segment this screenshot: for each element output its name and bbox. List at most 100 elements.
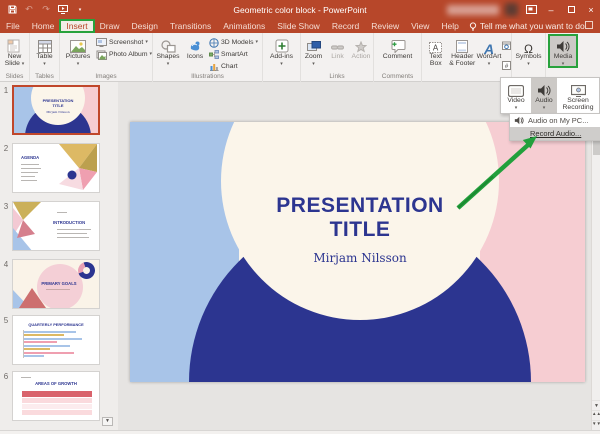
header-footer-icon <box>456 36 469 53</box>
link-label: Link <box>331 53 344 60</box>
table-button[interactable]: Table ▾ <box>31 35 59 67</box>
ribbon-display-options-icon[interactable] <box>585 21 593 29</box>
close-button[interactable]: × <box>584 2 598 17</box>
slide-editing-surface[interactable]: PRESENTATION TITLE Mirjam Nilsson <box>130 122 585 382</box>
ribbon-insert: New Slide ▾ Slides Table ▾ Tables Pictur… <box>0 33 600 111</box>
zoom-icon <box>306 36 321 53</box>
smartart-button[interactable]: SmartArt <box>209 49 258 60</box>
audio-on-my-pc-label: Audio on My PC... <box>528 116 589 125</box>
thumb-5-title: QUARTERLY PERFORMANCE <box>28 322 84 327</box>
shapes-icon <box>160 36 176 53</box>
icons-icon <box>188 36 202 53</box>
3d-models-label: 3D Models <box>221 39 254 46</box>
thumb-3-art <box>13 202 41 250</box>
ribbon-group-illustrations: Shapes ▾ Icons 3D Models ▾ SmartArt Char… <box>153 33 263 82</box>
symbols-button[interactable]: Ω Symbols ▾ <box>514 35 544 67</box>
addins-group-label <box>263 72 300 82</box>
tab-review[interactable]: Review <box>365 20 405 32</box>
screenshot-icon <box>95 38 107 47</box>
ribbon-group-tables: Table ▾ Tables <box>30 33 60 82</box>
thumb-3-title: INTRODUCTION <box>53 220 86 225</box>
thumbnail-slide-6[interactable]: AREAS OF GROWTH <box>12 371 100 421</box>
wordart-button[interactable]: A WordArt ▾ <box>476 35 502 67</box>
ribbon-group-addins: Add-ins ▾ <box>263 33 301 82</box>
thumb-4-title: PRIMARY GOALS <box>41 281 77 286</box>
ribbon-group-symbols: Ω Symbols ▾ <box>512 33 546 82</box>
audio-label: Audio <box>535 97 553 104</box>
slide-title-textbox[interactable]: PRESENTATION TITLE <box>221 194 499 242</box>
tab-insert[interactable]: Insert <box>59 19 95 33</box>
video-button[interactable]: Video ▾ <box>501 78 531 113</box>
ribbon-group-text: A Text Box Header & Footer A WordArt ▾ # <box>422 33 512 103</box>
pictures-label: Pictures <box>65 53 91 60</box>
date-time-icon[interactable] <box>502 37 511 55</box>
tab-draw[interactable]: Draw <box>94 20 126 32</box>
chart-label: Chart <box>221 63 238 70</box>
tab-record[interactable]: Record <box>326 20 365 32</box>
previous-slide-button[interactable]: ▲▲ <box>592 410 600 420</box>
screenshot-button[interactable]: Screenshot ▾ <box>95 37 152 48</box>
thumbnail-slide-4[interactable]: PRIMARY GOALS <box>12 259 100 309</box>
thumbnail-slide-5[interactable]: QUARTERLY PERFORMANCE <box>12 315 100 365</box>
ribbon-group-slides: New Slide ▾ Slides <box>0 33 30 82</box>
tell-me-box[interactable]: Tell me what you want to do <box>469 21 585 31</box>
thumbnail-slide-1[interactable]: PRESENTATION TITLE Mirjam Nilsson <box>12 85 100 135</box>
tab-transitions[interactable]: Transitions <box>164 20 217 32</box>
zoom-label: Zoom <box>304 53 323 60</box>
photo-album-label: Photo Album <box>108 51 148 58</box>
photo-album-button[interactable]: Photo Album ▾ <box>96 49 152 60</box>
thumb-4-number: 4 <box>3 260 9 269</box>
audio-button[interactable]: Audio ▾ <box>531 78 557 113</box>
slide-number-icon[interactable]: # <box>502 57 511 75</box>
zoom-button[interactable]: Zoom ▾ <box>301 35 326 67</box>
comments-group-label: Comments <box>381 73 414 80</box>
thumb-6-table <box>22 391 92 415</box>
header-footer-button[interactable]: Header & Footer <box>449 35 476 67</box>
thumbnail-slide-3[interactable]: INTRODUCTION <box>12 201 100 251</box>
ribbon-group-links: Zoom ▾ Link Action Links <box>301 33 374 82</box>
shapes-label: Shapes <box>156 53 180 60</box>
slide-subtitle-textbox[interactable]: Mirjam Nilsson <box>221 251 499 265</box>
tab-slide-show[interactable]: Slide Show <box>271 20 326 32</box>
pictures-icon <box>69 36 86 53</box>
pictures-button[interactable]: Pictures ▾ <box>63 35 93 67</box>
tab-view[interactable]: View <box>405 20 435 32</box>
svg-text:A: A <box>433 44 439 53</box>
chart-button[interactable]: Chart <box>209 61 258 72</box>
text-box-button[interactable]: A Text Box <box>424 35 448 67</box>
record-audio-item[interactable]: Record Audio... <box>510 127 600 140</box>
tell-me-label: Tell me what you want to do <box>479 21 585 31</box>
restore-button[interactable] <box>564 2 578 17</box>
tab-help[interactable]: Help <box>435 20 464 32</box>
tab-home[interactable]: Home <box>26 20 61 32</box>
thumb-6-title: AREAS OF GROWTH <box>35 381 77 386</box>
titlebar-controls: – × <box>447 0 598 19</box>
comment-label: Comment <box>382 53 413 60</box>
next-slide-button[interactable]: ▼▼ <box>592 420 600 430</box>
slide-thumbnails-pane: 1 PRESENTATION TITLE Mirjam Nilsson 2 AG… <box>0 82 118 430</box>
thumbnail-slide-2[interactable]: AGENDA <box>12 143 100 193</box>
icons-button[interactable]: Icons <box>183 35 207 60</box>
share-display-icon[interactable] <box>524 2 538 17</box>
comment-button[interactable]: Comment <box>380 35 416 60</box>
user-avatar-redacted <box>505 3 518 16</box>
new-slide-label: New Slide <box>4 53 22 68</box>
shapes-button[interactable]: Shapes ▾ <box>155 35 181 67</box>
action-button: Action <box>349 35 373 60</box>
wordart-label: WordArt <box>476 53 502 60</box>
screenshot-label: Screenshot <box>108 39 144 46</box>
slides-group-label: Slides <box>5 73 24 80</box>
add-ins-button[interactable]: Add-ins ▾ <box>269 35 295 67</box>
screen-recording-button[interactable]: Screen Recording <box>557 78 599 113</box>
media-button[interactable]: Media ▾ <box>548 33 578 69</box>
audio-on-my-pc-item[interactable]: Audio on My PC... <box>510 114 600 127</box>
tab-animations[interactable]: Animations <box>217 20 271 32</box>
new-slide-button[interactable]: New Slide ▾ <box>1 35 29 67</box>
thumbnails-scroll-down-button[interactable]: ▼ <box>102 417 113 426</box>
tab-design[interactable]: Design <box>126 20 164 32</box>
tab-file[interactable]: File <box>0 20 26 32</box>
illustrations-group-label: Illustrations <box>191 73 224 80</box>
scroll-down-icon[interactable]: ▼ <box>592 400 600 410</box>
3d-models-button[interactable]: 3D Models ▾ <box>209 37 258 48</box>
minimize-button[interactable]: – <box>544 2 558 17</box>
